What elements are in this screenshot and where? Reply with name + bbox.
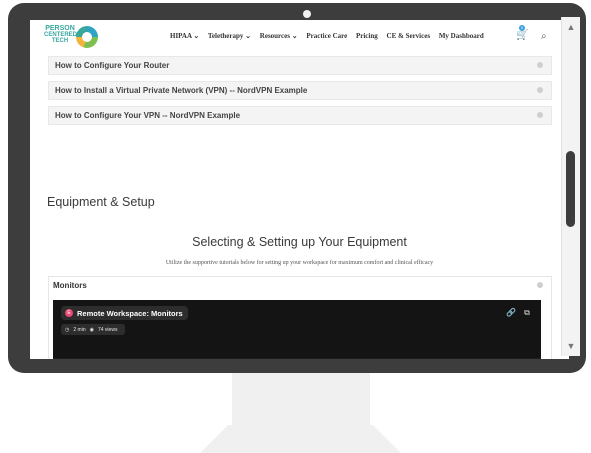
logo-text: PERSON CENTERED TECH: [44, 25, 77, 44]
link-icon[interactable]: 🔗: [505, 307, 517, 319]
site-header: PERSON CENTERED TECH HIPAA ⌄ Teletherapy…: [30, 20, 569, 54]
browser-scrollbar[interactable]: ▲ ▼: [561, 17, 580, 356]
main-nav: HIPAA ⌄ Teletherapy ⌄ Resources ⌄ Practi…: [170, 32, 491, 40]
logo-line-3: TECH: [51, 38, 69, 44]
video-actions: 🔗 ⧉: [501, 307, 533, 319]
accordion-toggle-icon: [537, 112, 543, 118]
monitors-toggle-icon[interactable]: [537, 282, 543, 288]
screen: PERSON CENTERED TECH HIPAA ⌄ Teletherapy…: [30, 20, 569, 359]
video-meta: ◷ 2 min ◉ 74 views: [61, 324, 126, 335]
accordion-toggle-icon: [537, 62, 543, 68]
section-heading: Selecting & Setting up Your Equipment: [192, 235, 407, 249]
video-player[interactable]: E Remote Workspace: Monitors ◷ 2 min ◉ 7…: [53, 300, 541, 359]
accordion-label: How to Install a Virtual Private Network…: [55, 86, 308, 95]
logo[interactable]: PERSON CENTERED TECH: [44, 25, 102, 48]
cart-icon[interactable]: 🛒: [516, 30, 530, 44]
nav-teletherapy[interactable]: Teletherapy ⌄: [208, 32, 251, 40]
section-subtitle: Utilize the supportive tutorials below f…: [165, 260, 434, 266]
nav-ce-services[interactable]: CE & Services: [387, 32, 431, 40]
clock-icon: ◷: [65, 326, 70, 333]
external-link-icon[interactable]: ⧉: [521, 307, 533, 319]
accordion-label: How to Configure Your VPN -- NordVPN Exa…: [55, 111, 241, 120]
cart-count-badge: 0: [519, 25, 525, 31]
accordion-item[interactable]: How to Configure Your VPN -- NordVPN Exa…: [48, 106, 552, 125]
video-progress-strip[interactable]: [53, 358, 541, 359]
scroll-thumb[interactable]: [566, 151, 575, 227]
nav-my-dashboard[interactable]: My Dashboard: [439, 32, 484, 40]
video-title-pill: E Remote Workspace: Monitors: [61, 306, 188, 320]
accordion-toggle-icon: [537, 87, 543, 93]
nav-hipaa[interactable]: HIPAA ⌄: [170, 32, 199, 40]
nav-resources[interactable]: Resources ⌄: [260, 32, 298, 40]
camera-dot: [303, 10, 311, 18]
video-views: 74 views: [97, 326, 118, 333]
accordion-item[interactable]: How to Install a Virtual Private Network…: [48, 81, 552, 100]
section-title: Equipment & Setup: [47, 195, 155, 209]
nav-practice-care[interactable]: Practice Care: [306, 32, 347, 40]
monitor-stand-base: [200, 425, 401, 453]
video-duration: 2 min: [73, 326, 86, 333]
scroll-down-icon[interactable]: ▼: [566, 341, 576, 351]
monitors-label[interactable]: Monitors: [53, 281, 87, 290]
scroll-up-icon[interactable]: ▲: [566, 22, 576, 32]
accordion-item[interactable]: How to Configure Your Router: [48, 56, 552, 75]
logo-mark-icon: [76, 26, 98, 48]
eye-icon: ◉: [89, 326, 94, 333]
accordion-label: How to Configure Your Router: [55, 61, 170, 70]
video-title: Remote Workspace: Monitors: [77, 308, 183, 318]
monitor-stand-neck: [232, 373, 370, 425]
monitors-accordion: Monitors E Remote Workspace: Monitors ◷ …: [48, 276, 552, 359]
nav-pricing[interactable]: Pricing: [356, 32, 378, 40]
video-avatar: E: [65, 309, 73, 317]
search-icon[interactable]: ⌕: [541, 31, 547, 42]
